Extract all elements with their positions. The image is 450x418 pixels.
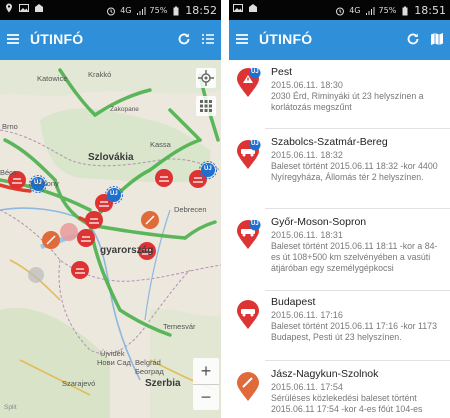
zoom-controls: + − xyxy=(193,358,219,410)
item-description: 2030 Érd, Riminyáki út 23 helyszínen a k… xyxy=(271,91,424,112)
zoom-in-button[interactable]: + xyxy=(193,358,219,385)
location-icon xyxy=(6,3,12,13)
refresh-icon[interactable] xyxy=(406,32,420,46)
zoom-out-button[interactable]: − xyxy=(193,385,219,410)
alarm-icon xyxy=(107,7,116,15)
new-badge-label: ÚJ xyxy=(204,166,212,172)
battery-level: 75% xyxy=(149,6,168,15)
item-county: Győr-Moson-Sopron xyxy=(271,216,367,228)
clock: 18:52 xyxy=(185,4,217,17)
map-label-ujvidek: Újvidék xyxy=(100,349,125,358)
item-description: Baleset történt 2015.06.11 18:11 -kor a … xyxy=(271,241,438,273)
list-item[interactable]: Budapest 2015.06.11. 17:16 Baleset törté… xyxy=(229,296,450,360)
item-county: Pest xyxy=(271,66,293,78)
map-view-icon[interactable] xyxy=(430,32,444,46)
map-label-brno: Brno xyxy=(2,122,18,131)
map-view[interactable]: Katowice Krakkó Zakopane Brno Szlovákia … xyxy=(0,60,221,418)
map-label-split: Split xyxy=(4,404,17,411)
item-county: Szabolcs-Szatmár-Bereg xyxy=(271,136,388,148)
refresh-icon[interactable] xyxy=(177,32,191,46)
status-bar: 4G 75% 18:52 xyxy=(0,0,221,20)
list-view-icon[interactable] xyxy=(201,32,215,46)
my-location-button[interactable] xyxy=(196,68,216,88)
map-label-katowice: Katowice xyxy=(37,74,68,83)
signal-icon xyxy=(136,6,146,15)
item-date: 2015.06.11. 18:30 xyxy=(271,80,343,90)
map-label-beograd: Београд xyxy=(135,367,164,376)
list-item[interactable]: ÚJ Győr-Moson-Sopron 2015.06.11. 18:31 B… xyxy=(229,216,450,290)
map-label-slovakia: Szlovákia xyxy=(88,152,134,163)
layers-button[interactable] xyxy=(196,96,216,116)
item-date: 2015.06.11. 18:31 xyxy=(271,230,343,240)
divider xyxy=(265,360,450,361)
separator xyxy=(221,0,229,418)
image-icon xyxy=(233,4,243,12)
map-label-belgrad: Belgrád xyxy=(135,358,161,367)
item-county: Jász-Nagykun-Szolnok xyxy=(271,368,379,380)
list-item[interactable]: Jász-Nagykun-Szolnok 2015.06.11. 17:54 S… xyxy=(229,368,450,418)
item-description: Sérüléses közlekedési baleset történt 20… xyxy=(271,393,423,414)
menu-icon[interactable] xyxy=(235,32,249,46)
map-label-temesvar: Temesvár xyxy=(163,322,196,331)
clock: 18:51 xyxy=(414,4,446,17)
item-date: 2015.06.11. 17:54 xyxy=(271,382,343,392)
app-bar: ÚTINFÓ xyxy=(0,20,221,60)
app-notification-icon xyxy=(35,4,43,12)
map-label-sarajevo: Szarajevó xyxy=(62,379,96,388)
menu-icon[interactable] xyxy=(6,32,20,46)
app-notification-icon xyxy=(249,4,257,12)
list-item[interactable]: ÚJ Szabolcs-Szatmár-Bereg 2015.06.11. 18… xyxy=(229,136,450,208)
accident-warning-icon xyxy=(237,300,259,329)
battery-icon xyxy=(173,6,179,15)
divider xyxy=(265,128,450,129)
network-type: 4G xyxy=(349,6,361,15)
map-screen: 4G 75% 18:52 ÚTINFÓ Katowice Krakkó Zako… xyxy=(0,0,221,418)
new-badge-label: ÚJ xyxy=(34,180,42,186)
new-badge: ÚJ xyxy=(251,69,259,75)
map-label-krakow: Krakkó xyxy=(88,70,112,79)
item-description: Baleset történt 2015.06.11 17:16 -kor 11… xyxy=(271,321,437,342)
roadwork-warning-icon xyxy=(237,372,259,401)
status-bar: 4G 75% 18:51 xyxy=(229,0,450,20)
map-label-debrecen: Debrecen xyxy=(174,205,207,214)
map-label-becs: Bécs xyxy=(0,168,17,177)
divider xyxy=(265,208,450,209)
item-description: Baleset történt 2015.06.11 18:32 -kor 44… xyxy=(271,161,438,182)
network-type: 4G xyxy=(120,6,132,15)
divider xyxy=(265,290,450,291)
image-icon xyxy=(19,4,29,12)
map-label-serbia: Szerbia xyxy=(145,378,181,389)
signal-icon xyxy=(365,6,375,15)
new-badge-label: ÚJ xyxy=(110,191,118,197)
battery-level: 75% xyxy=(378,6,397,15)
my-location-icon xyxy=(198,70,214,86)
list-item[interactable]: ÚJ Pest 2015.06.11. 18:30 2030 Érd, Rimi… xyxy=(229,66,450,128)
item-date: 2015.06.11. 18:32 xyxy=(271,150,343,160)
map-label-novi-sad: Нови Сад xyxy=(97,358,131,367)
item-county: Budapest xyxy=(271,296,316,308)
battery-icon xyxy=(402,6,408,15)
new-badge: ÚJ xyxy=(251,221,259,227)
alarm-icon xyxy=(336,7,345,15)
map-label-hungary: gyarország xyxy=(100,245,154,256)
app-title: ÚTINFÓ xyxy=(259,31,313,47)
app-title: ÚTINFÓ xyxy=(30,31,84,47)
map-label-zakopane: Zakopane xyxy=(110,106,139,113)
grid-icon xyxy=(200,100,212,112)
new-badge: ÚJ xyxy=(251,141,259,147)
list-screen: 4G 75% 18:51 ÚTINFÓ ÚJ Pest 2015.06.11. … xyxy=(229,0,450,418)
item-date: 2015.06.11. 17:16 xyxy=(271,310,343,320)
incident-list[interactable]: ÚJ Pest 2015.06.11. 18:30 2030 Érd, Rimi… xyxy=(229,60,450,418)
app-bar: ÚTINFÓ xyxy=(229,20,450,60)
map-label-kassa: Kassa xyxy=(150,140,171,149)
